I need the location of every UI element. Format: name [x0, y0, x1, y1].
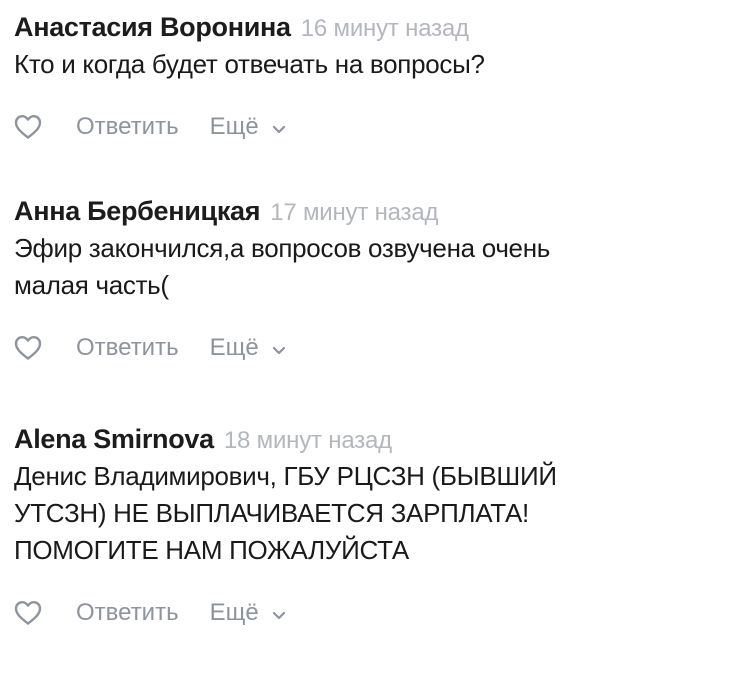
reply-button[interactable]: Ответить [76, 334, 179, 362]
comment-text: Кто и когда будет отвечать на вопросы? [14, 46, 724, 83]
more-button[interactable]: Ещё [210, 599, 286, 627]
comment-actions: Ответить Ещё [14, 110, 724, 144]
comment: Анна Бербеницкая 17 минут назад Эфир зак… [14, 196, 724, 365]
heart-icon [14, 601, 42, 625]
like-button[interactable] [14, 112, 48, 142]
like-button[interactable] [14, 333, 48, 363]
chevron-down-icon [272, 346, 286, 355]
comment-actions: Ответить Ещё [14, 331, 724, 365]
chevron-down-icon [272, 611, 286, 620]
comment-text-line: Кто и когда будет отвечать на вопросы? [14, 49, 485, 79]
reply-button[interactable]: Ответить [76, 113, 179, 141]
comment-text-line: ПОМОГИТЕ НАМ ПОЖАЛУЙСТА [14, 535, 409, 565]
reply-button[interactable]: Ответить [76, 599, 179, 627]
comment-text: Денис Владимирович, ГБУ РЦСЗН (БЫВШИЙ УТ… [14, 458, 724, 569]
comment-author[interactable]: Анастасия Воронина [14, 12, 291, 43]
comment-time[interactable]: 17 минут назад [270, 199, 438, 227]
chevron-down-icon [272, 125, 286, 134]
comment-text-line: Денис Владимирович, ГБУ РЦСЗН (БЫВШИЙ [14, 461, 557, 491]
comment: Alena Smirnova 18 минут назад Денис Влад… [14, 424, 724, 630]
comment-actions: Ответить Ещё [14, 596, 724, 630]
comment-text-line: малая часть( [14, 270, 169, 300]
more-button[interactable]: Ещё [210, 113, 286, 141]
comment-author[interactable]: Анна Бербеницкая [14, 196, 261, 227]
more-label: Ещё [209, 113, 259, 140]
heart-icon [14, 115, 42, 139]
comment-author[interactable]: Alena Smirnova [14, 424, 214, 455]
comment-header: Анна Бербеницкая 17 минут назад [14, 196, 724, 227]
more-button[interactable]: Ещё [210, 334, 286, 362]
comment: Анастасия Воронина 16 минут назад Кто и … [14, 12, 724, 144]
like-button[interactable] [14, 598, 48, 628]
heart-icon [14, 336, 42, 360]
comment-time[interactable]: 18 минут назад [224, 427, 392, 455]
comment-time[interactable]: 16 минут назад [301, 15, 469, 43]
comment-text-line: Эфир закончился,а вопросов озвучена очен… [14, 233, 551, 263]
comment-header: Alena Smirnova 18 минут назад [14, 424, 724, 455]
comment-header: Анастасия Воронина 16 минут назад [14, 12, 724, 43]
more-label: Ещё [209, 599, 259, 626]
comment-text-line: УТСЗН) НЕ ВЫПЛАЧИВАЕТСЯ ЗАРПЛАТА! [14, 498, 529, 528]
more-label: Ещё [209, 334, 259, 361]
comment-text: Эфир закончился,а вопросов озвучена очен… [14, 230, 724, 304]
